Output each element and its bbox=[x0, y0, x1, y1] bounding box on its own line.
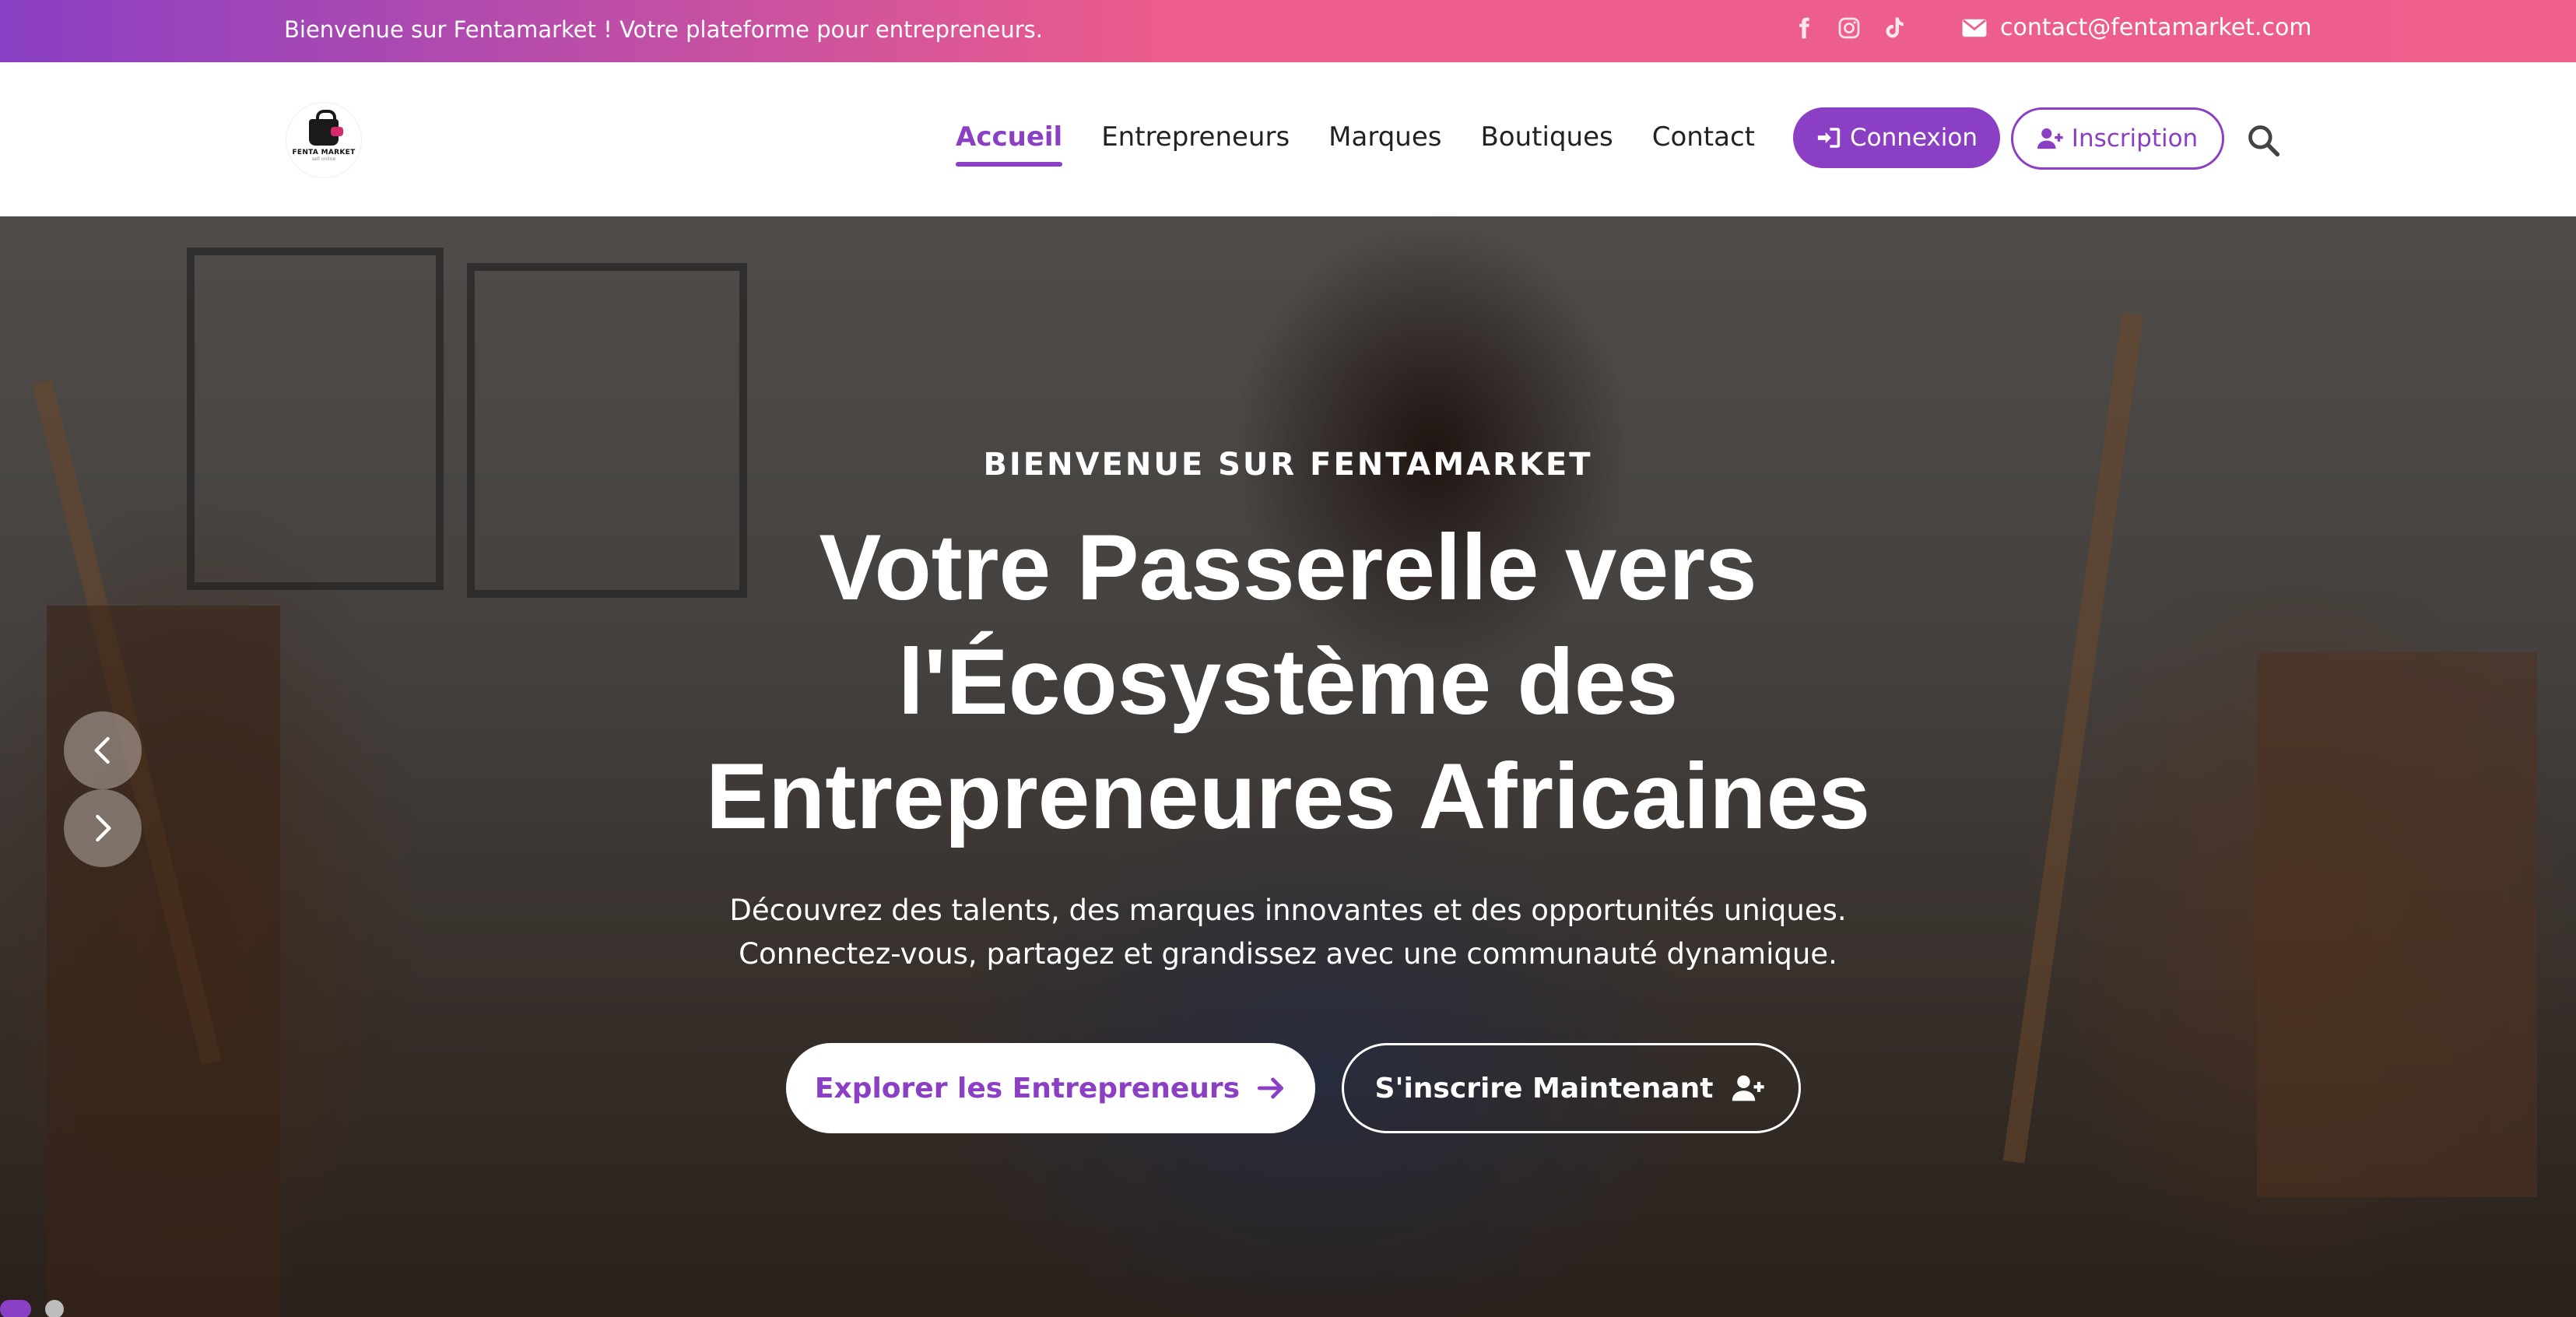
explore-entrepreneurs-label: Explorer les Entrepreneurs bbox=[814, 1072, 1241, 1105]
slider-next-button[interactable] bbox=[64, 789, 142, 867]
register-now-button[interactable]: S'inscrire Maintenant bbox=[1342, 1043, 1801, 1133]
hero-description-line: Découvrez des talents, des marques innov… bbox=[729, 894, 1847, 927]
sign-in-icon bbox=[1817, 128, 1841, 148]
register-now-label: S'inscrire Maintenant bbox=[1374, 1072, 1714, 1105]
hero-title-line: Votre Passerelle vers bbox=[819, 515, 1757, 620]
nav-item-contact[interactable]: Contact bbox=[1652, 118, 1755, 156]
main-nav: Accueil Entrepreneurs Marques Boutiques … bbox=[956, 118, 1755, 167]
welcome-message: Bienvenue sur Fentamarket ! Votre platef… bbox=[284, 16, 1044, 43]
nav-item-marques[interactable]: Marques bbox=[1328, 118, 1441, 156]
envelope-icon bbox=[1962, 19, 1987, 37]
hero-eyebrow: BIENVENUE SUR FENTAMARKET bbox=[983, 447, 1593, 483]
tiktok-icon[interactable] bbox=[1880, 11, 1908, 45]
login-label: Connexion bbox=[1849, 124, 1978, 152]
nav-item-entrepreneurs[interactable]: Entrepreneurs bbox=[1101, 118, 1290, 156]
nav-item-boutiques[interactable]: Boutiques bbox=[1480, 118, 1613, 156]
hero-slider: BIENVENUE SUR FENTAMARKET Votre Passerel… bbox=[0, 216, 2576, 1317]
slider-dot-1[interactable] bbox=[0, 1300, 31, 1317]
signup-button[interactable]: Inscription bbox=[2011, 107, 2224, 170]
shopping-bag-icon bbox=[309, 109, 343, 146]
slider-pagination bbox=[0, 1300, 64, 1317]
logo-subtext: sell online bbox=[311, 156, 336, 162]
slider-prev-button[interactable] bbox=[64, 711, 142, 789]
contact-email-link[interactable]: contact@fentamarket.com bbox=[1961, 12, 2312, 44]
hero-description-line: Connectez-vous, partagez et grandissez a… bbox=[739, 937, 1837, 971]
logo-text: FENTA MARKET bbox=[292, 148, 356, 156]
site-header: FENTA MARKET sell online Accueil Entrepr… bbox=[0, 62, 2576, 216]
chevron-left-icon bbox=[94, 736, 110, 764]
contact-email-text: contact@fentamarket.com bbox=[2000, 14, 2312, 41]
nav-item-accueil[interactable]: Accueil bbox=[956, 118, 1063, 167]
chevron-right-icon bbox=[96, 814, 111, 842]
arrow-right-icon bbox=[1257, 1077, 1284, 1099]
user-plus-icon bbox=[1732, 1075, 1765, 1101]
hero-title-line: Entrepreneures Africaines bbox=[705, 744, 1871, 848]
hero-description: Découvrez des talents, des marques innov… bbox=[626, 889, 1950, 976]
search-icon[interactable] bbox=[2246, 123, 2280, 157]
facebook-icon[interactable] bbox=[1790, 11, 1818, 45]
site-logo[interactable]: FENTA MARKET sell online bbox=[286, 103, 361, 177]
social-links bbox=[1790, 11, 1908, 45]
signup-label: Inscription bbox=[2071, 125, 2199, 153]
user-plus-icon bbox=[2037, 128, 2063, 149]
explore-entrepreneurs-button[interactable]: Explorer les Entrepreneurs bbox=[786, 1043, 1315, 1133]
hero-title-line: l'Écosystème des bbox=[897, 630, 1679, 734]
login-button[interactable]: Connexion bbox=[1793, 107, 2000, 168]
top-announcement-bar: Bienvenue sur Fentamarket ! Votre platef… bbox=[0, 0, 2576, 62]
instagram-icon[interactable] bbox=[1835, 11, 1863, 45]
hero-title: Votre Passerelle vers l'Écosystème des E… bbox=[626, 511, 1950, 854]
slider-dot-2[interactable] bbox=[45, 1300, 64, 1317]
